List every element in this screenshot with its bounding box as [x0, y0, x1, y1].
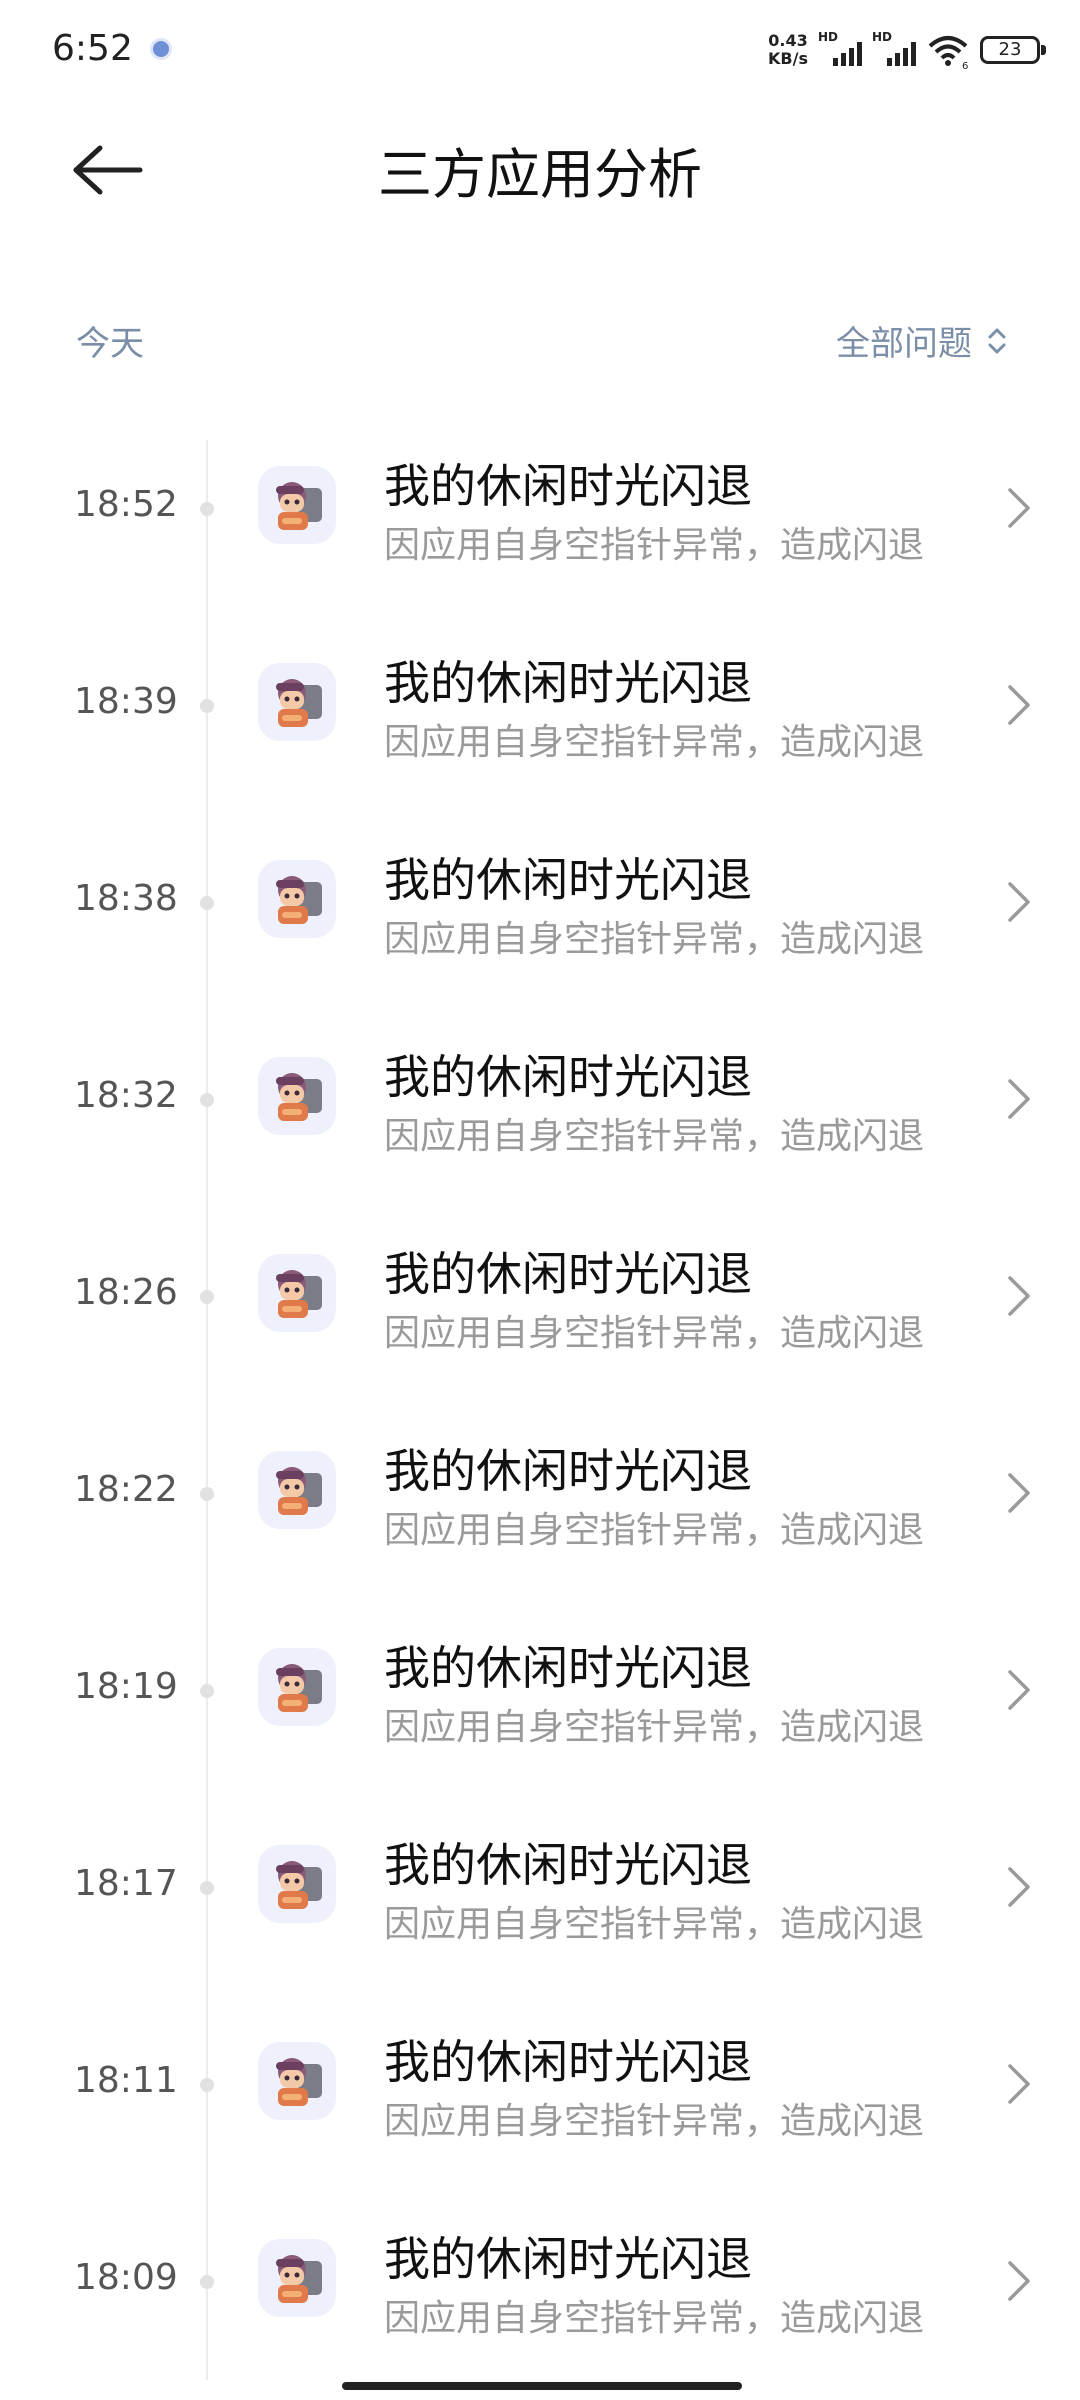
entry-title: 我的休闲时光闪退 — [384, 1444, 752, 1498]
timeline-dot — [200, 1487, 214, 1501]
entry-subtitle: 因应用自身空指针异常，造成闪退 — [384, 525, 925, 566]
entry-time: 18:11 — [74, 2060, 178, 2101]
timeline-dot — [200, 896, 214, 910]
entry-title: 我的休闲时光闪退 — [384, 1641, 752, 1695]
app-icon — [258, 466, 336, 544]
network-speed: 0.43 KB/s — [768, 32, 808, 68]
status-icons: 0.43 KB/s HD HD 6 23 — [768, 28, 1046, 72]
app-icon — [258, 663, 336, 741]
list-item[interactable]: 18:17 我的休闲时光闪退 因应用自身空指针异常，造成闪退 — [0, 1787, 1080, 1984]
entry-title: 我的休闲时光闪退 — [384, 2035, 752, 2089]
filter-row: 今天 全部问题 — [0, 310, 1080, 370]
timeline-dot — [200, 2275, 214, 2289]
timeline-dot — [200, 2078, 214, 2092]
chevron-right-icon — [1008, 2261, 1030, 2301]
page-title: 三方应用分析 — [378, 143, 702, 206]
entry-subtitle: 因应用自身空指针异常，造成闪退 — [384, 1510, 925, 1551]
entry-time: 18:17 — [74, 1863, 178, 1904]
timeline-dot — [200, 699, 214, 713]
battery-level: 23 — [998, 39, 1022, 60]
app-header: 三方应用分析 — [0, 100, 1080, 240]
date-label: 今天 — [76, 324, 144, 364]
entry-title: 我的休闲时光闪退 — [384, 1050, 752, 1104]
app-icon — [258, 1254, 336, 1332]
list-item[interactable]: 18:52 我的休闲时光闪退 因应用自身空指针异常，造成闪退 — [0, 408, 1080, 605]
timeline-dot — [200, 1093, 214, 1107]
home-indicator[interactable] — [342, 2382, 742, 2390]
notification-icon — [150, 38, 172, 60]
list-item[interactable]: 18:22 我的休闲时光闪退 因应用自身空指针异常，造成闪退 — [0, 1393, 1080, 1590]
chevron-right-icon — [1008, 1670, 1030, 1710]
entry-title: 我的休闲时光闪退 — [384, 1838, 752, 1892]
chevron-right-icon — [1008, 1867, 1030, 1907]
entry-title: 我的休闲时光闪退 — [384, 459, 752, 513]
signal-icon-sim1: HD — [818, 30, 862, 70]
wifi-sub-label: 6 — [962, 61, 968, 70]
chevron-right-icon — [1008, 1473, 1030, 1513]
entry-time: 18:52 — [74, 484, 178, 525]
app-icon — [258, 2042, 336, 2120]
entry-time: 18:32 — [74, 1075, 178, 1116]
battery-icon: 23 — [980, 36, 1046, 64]
entry-subtitle: 因应用自身空指针异常，造成闪退 — [384, 1707, 925, 1748]
timeline-dot — [200, 1684, 214, 1698]
entry-time: 18:39 — [74, 681, 178, 722]
chevron-right-icon — [1008, 685, 1030, 725]
list-item[interactable]: 18:26 我的休闲时光闪退 因应用自身空指针异常，造成闪退 — [0, 1196, 1080, 1393]
list-item[interactable]: 18:32 我的休闲时光闪退 因应用自身空指针异常，造成闪退 — [0, 999, 1080, 1196]
signal-icon-sim2: HD — [872, 30, 916, 70]
list-item[interactable]: 18:38 我的休闲时光闪退 因应用自身空指针异常，造成闪退 — [0, 802, 1080, 999]
app-icon — [258, 1057, 336, 1135]
network-speed-value: 0.43 — [768, 31, 808, 50]
entry-subtitle: 因应用自身空指针异常，造成闪退 — [384, 919, 925, 960]
chevron-right-icon — [1008, 2064, 1030, 2104]
sort-updown-icon — [988, 328, 1006, 353]
entry-subtitle: 因应用自身空指针异常，造成闪退 — [384, 1313, 925, 1354]
network-speed-unit: KB/s — [768, 49, 808, 68]
entry-title: 我的休闲时光闪退 — [384, 2232, 752, 2286]
chevron-right-icon — [1008, 1276, 1030, 1316]
entry-subtitle: 因应用自身空指针异常，造成闪退 — [384, 2101, 925, 2142]
entry-title: 我的休闲时光闪退 — [384, 656, 752, 710]
entry-subtitle: 因应用自身空指针异常，造成闪退 — [384, 1116, 925, 1157]
status-bar: 6:52 0.43 KB/s HD HD 6 23 — [0, 0, 1080, 100]
list-item[interactable]: 18:09 我的休闲时光闪退 因应用自身空指针异常，造成闪退 — [0, 2181, 1080, 2378]
chevron-right-icon — [1008, 488, 1030, 528]
list-item[interactable]: 18:19 我的休闲时光闪退 因应用自身空指针异常，造成闪退 — [0, 1590, 1080, 1787]
status-time: 6:52 — [52, 28, 133, 69]
entry-time: 18:26 — [74, 1272, 178, 1313]
entry-subtitle: 因应用自身空指针异常，造成闪退 — [384, 722, 925, 763]
category-filter-label: 全部问题 — [836, 324, 972, 364]
entry-time: 18:19 — [74, 1666, 178, 1707]
timeline-dot — [200, 1290, 214, 1304]
entry-time: 18:38 — [74, 878, 178, 919]
list-item[interactable]: 18:39 我的休闲时光闪退 因应用自身空指针异常，造成闪退 — [0, 605, 1080, 802]
entry-time: 18:22 — [74, 1469, 178, 1510]
wifi-icon: 6 — [928, 36, 968, 70]
list-item[interactable]: 18:11 我的休闲时光闪退 因应用自身空指针异常，造成闪退 — [0, 1984, 1080, 2181]
entry-title: 我的休闲时光闪退 — [384, 853, 752, 907]
app-icon — [258, 1845, 336, 1923]
timeline-dot — [200, 502, 214, 516]
entry-title: 我的休闲时光闪退 — [384, 1247, 752, 1301]
chevron-right-icon — [1008, 882, 1030, 922]
timeline-dot — [200, 1881, 214, 1895]
category-filter-button[interactable]: 全部问题 — [836, 316, 1008, 365]
chevron-right-icon — [1008, 1079, 1030, 1119]
entry-time: 18:09 — [74, 2257, 178, 2298]
app-icon — [258, 2239, 336, 2317]
app-icon — [258, 1648, 336, 1726]
entry-subtitle: 因应用自身空指针异常，造成闪退 — [384, 1904, 925, 1945]
entry-subtitle: 因应用自身空指针异常，造成闪退 — [384, 2298, 925, 2339]
crash-list: 18:52 我的休闲时光闪退 因应用自身空指针异常，造成闪退 18:39 我的休… — [0, 408, 1080, 2378]
app-icon — [258, 1451, 336, 1529]
app-icon — [258, 860, 336, 938]
